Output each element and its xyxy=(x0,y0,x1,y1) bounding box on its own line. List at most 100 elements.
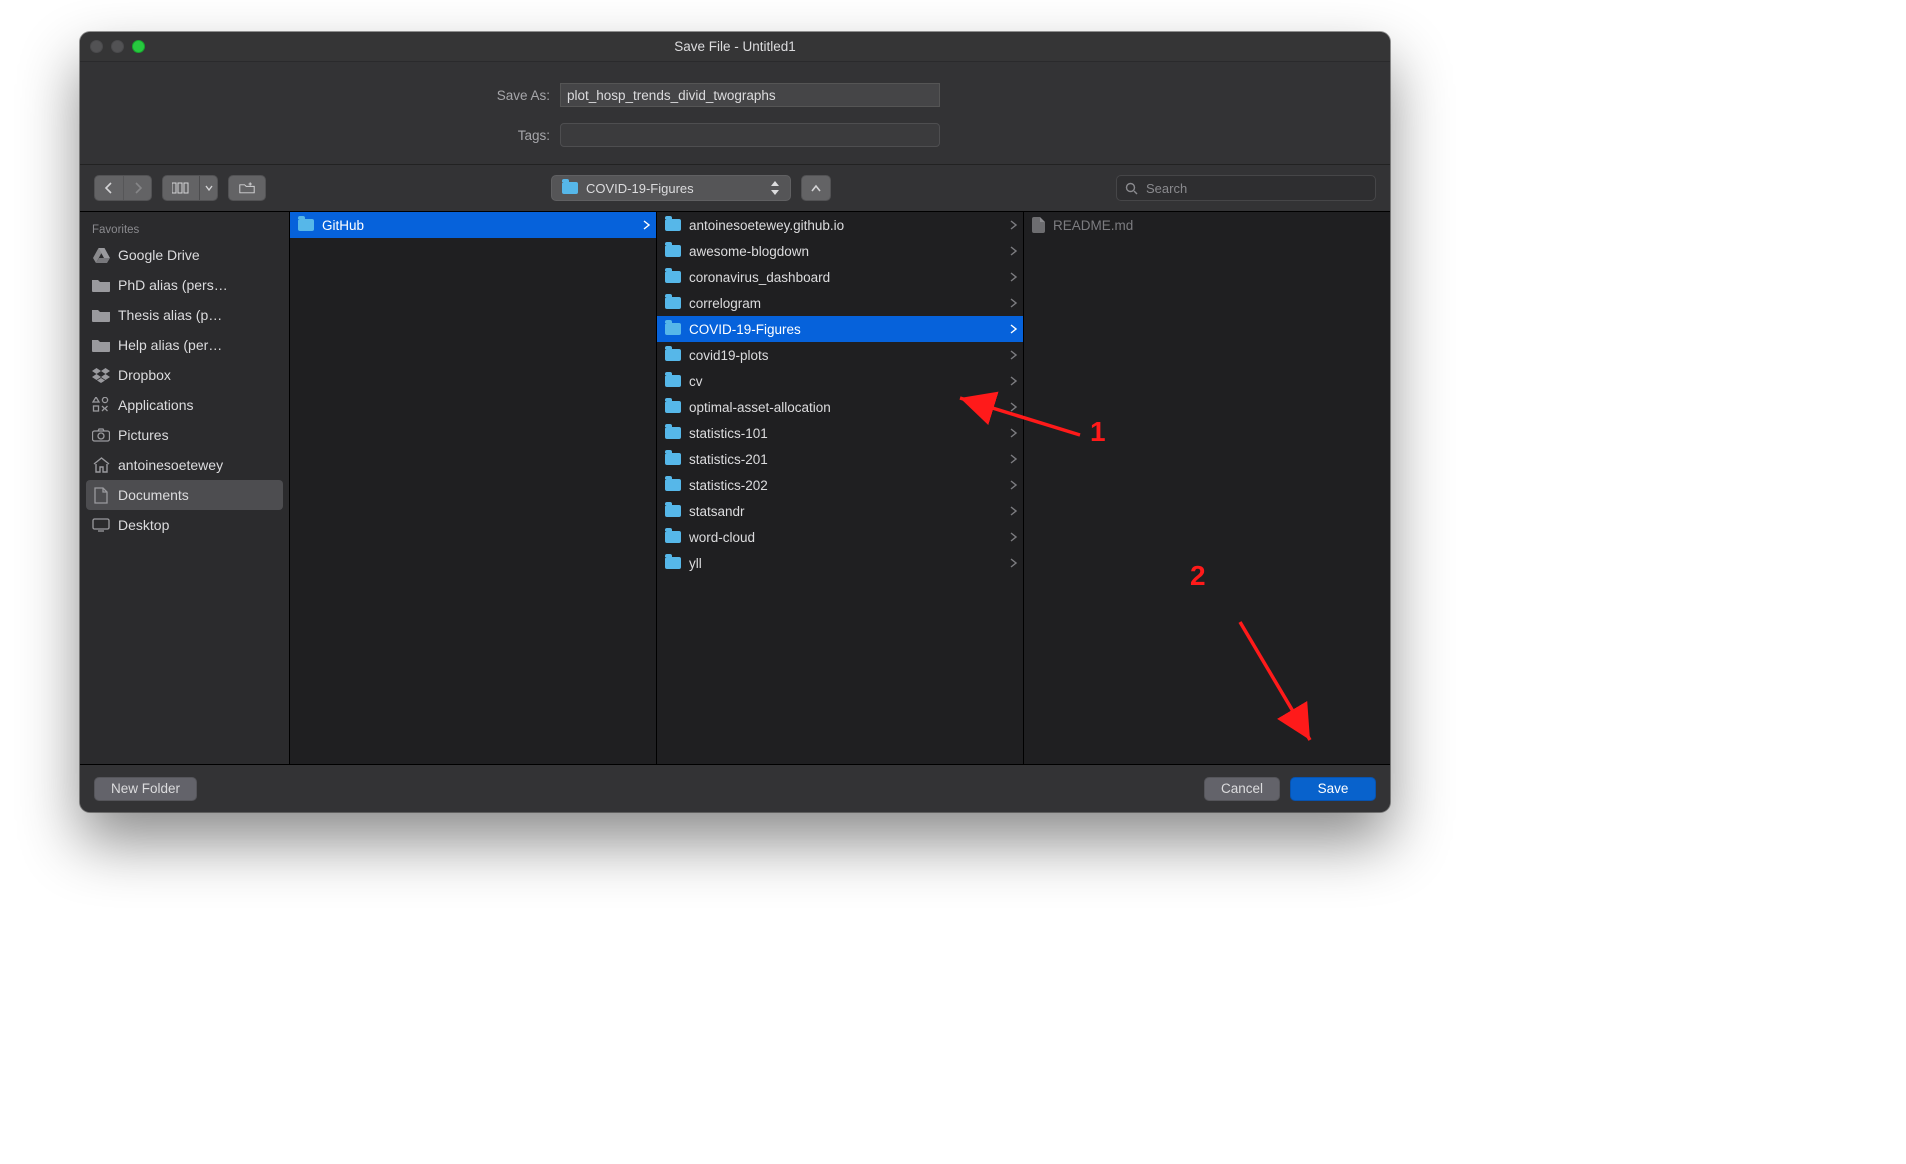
new-folder-button[interactable]: New Folder xyxy=(94,777,197,801)
folder-icon xyxy=(665,219,681,231)
row-label: yll xyxy=(689,556,1002,571)
row-label: cv xyxy=(689,374,1002,389)
desktop-icon xyxy=(92,516,110,534)
columns-view-icon xyxy=(172,182,190,194)
sidebar-item[interactable]: Applications xyxy=(80,390,289,420)
folder-row[interactable]: statistics-202 xyxy=(657,472,1023,498)
dropbox-icon xyxy=(92,366,110,384)
folder-row[interactable]: COVID-19-Figures xyxy=(657,316,1023,342)
bottom-bar: New Folder Cancel Save xyxy=(80,764,1390,812)
tags-label: Tags: xyxy=(80,128,560,143)
sidebar-item[interactable]: Pictures xyxy=(80,420,289,450)
sidebar-section-label: Favorites xyxy=(80,218,289,240)
row-label: covid19-plots xyxy=(689,348,1002,363)
folder-grey-icon xyxy=(92,306,110,324)
file-icon xyxy=(1032,217,1045,233)
sidebar-item-label: Desktop xyxy=(118,517,169,533)
folder-row[interactable]: GitHub xyxy=(290,212,656,238)
toolbar: COVID-19-Figures xyxy=(80,165,1390,212)
updown-chevrons-icon xyxy=(770,176,782,200)
new-folder-toolbar-button[interactable] xyxy=(228,175,266,201)
file-row[interactable]: README.md xyxy=(1024,212,1390,238)
chevron-right-icon xyxy=(1010,532,1017,542)
folder-icon xyxy=(665,427,681,439)
chevron-right-icon xyxy=(133,182,143,194)
go-up-button[interactable] xyxy=(801,175,831,201)
chevron-right-icon xyxy=(1010,376,1017,386)
sidebar-item[interactable]: Google Drive xyxy=(80,240,289,270)
folder-icon xyxy=(665,271,681,283)
sidebar-item[interactable]: Dropbox xyxy=(80,360,289,390)
folder-row[interactable]: cv xyxy=(657,368,1023,394)
chevron-right-icon xyxy=(643,220,650,230)
chevron-right-icon xyxy=(1010,298,1017,308)
folder-icon xyxy=(665,505,681,517)
save-dialog-window: Save File - Untitled1 Save As: Tags: xyxy=(80,32,1390,812)
sidebar-item[interactable]: Desktop xyxy=(80,510,289,540)
chevron-right-icon xyxy=(1010,428,1017,438)
column-2: antoinesoetewey.github.io awesome-blogdow… xyxy=(657,212,1024,764)
folder-row[interactable]: antoinesoetewey.github.io xyxy=(657,212,1023,238)
folder-icon xyxy=(665,323,681,335)
folder-plus-icon xyxy=(239,181,255,195)
sidebar-item[interactable]: Thesis alias (p… xyxy=(80,300,289,330)
sidebar-item-label: Applications xyxy=(118,397,194,413)
chevron-right-icon xyxy=(1010,324,1017,334)
chevron-right-icon xyxy=(1010,350,1017,360)
nav-back-button[interactable] xyxy=(95,176,123,200)
row-label: statistics-101 xyxy=(689,426,1002,441)
folder-icon xyxy=(665,479,681,491)
sidebar-item[interactable]: PhD alias (pers… xyxy=(80,270,289,300)
chevron-right-icon xyxy=(1010,480,1017,490)
nav-back-forward xyxy=(94,175,152,201)
folder-row[interactable]: statsandr xyxy=(657,498,1023,524)
sidebar-item[interactable]: Documents xyxy=(86,480,283,510)
file-browser: Favorites Google Drive PhD alias (pers… Th… xyxy=(80,212,1390,764)
folder-icon xyxy=(665,349,681,361)
sidebar-item-label: Google Drive xyxy=(118,247,200,263)
nav-forward-button[interactable] xyxy=(123,176,151,200)
sidebar-item-label: Thesis alias (p… xyxy=(118,307,222,323)
path-popup-label: COVID-19-Figures xyxy=(586,181,694,196)
sidebar: Favorites Google Drive PhD alias (pers… Th… xyxy=(80,212,290,764)
chevron-left-icon xyxy=(104,182,114,194)
sidebar-item-label: Documents xyxy=(118,487,189,503)
chevron-up-icon xyxy=(810,183,822,193)
view-mode-button[interactable] xyxy=(162,175,218,201)
folder-row[interactable]: word-cloud xyxy=(657,524,1023,550)
folder-icon xyxy=(665,297,681,309)
cancel-button[interactable]: Cancel xyxy=(1204,777,1280,801)
folder-icon xyxy=(562,182,578,194)
folder-row[interactable]: coronavirus_dashboard xyxy=(657,264,1023,290)
folder-row[interactable]: statistics-101 xyxy=(657,420,1023,446)
save-as-input[interactable] xyxy=(560,83,940,107)
save-form: Save As: Tags: xyxy=(80,62,1390,165)
camera-icon xyxy=(92,426,110,444)
save-button[interactable]: Save xyxy=(1290,777,1376,801)
chevron-down-icon xyxy=(205,184,213,192)
column-3: README.md xyxy=(1024,212,1390,764)
folder-grey-icon xyxy=(92,336,110,354)
folder-icon xyxy=(665,453,681,465)
folder-row[interactable]: covid19-plots xyxy=(657,342,1023,368)
folder-row[interactable]: yll xyxy=(657,550,1023,576)
row-label: statistics-201 xyxy=(689,452,1002,467)
sidebar-item[interactable]: antoinesoetewey xyxy=(80,450,289,480)
chevron-right-icon xyxy=(1010,506,1017,516)
folder-row[interactable]: awesome-blogdown xyxy=(657,238,1023,264)
path-popup[interactable]: COVID-19-Figures xyxy=(551,175,791,201)
folder-row[interactable]: statistics-201 xyxy=(657,446,1023,472)
search-icon xyxy=(1125,182,1138,195)
row-label: awesome-blogdown xyxy=(689,244,1002,259)
folder-row[interactable]: optimal-asset-allocation xyxy=(657,394,1023,420)
folder-row[interactable]: correlogram xyxy=(657,290,1023,316)
row-label: optimal-asset-allocation xyxy=(689,400,1002,415)
sidebar-item-label: antoinesoetewey xyxy=(118,457,223,473)
chevron-right-icon xyxy=(1010,246,1017,256)
tags-input[interactable] xyxy=(560,123,940,147)
row-label: correlogram xyxy=(689,296,1002,311)
row-label: GitHub xyxy=(322,218,635,233)
search-input[interactable] xyxy=(1144,180,1367,197)
sidebar-item[interactable]: Help alias (per… xyxy=(80,330,289,360)
search-field[interactable] xyxy=(1116,175,1376,201)
